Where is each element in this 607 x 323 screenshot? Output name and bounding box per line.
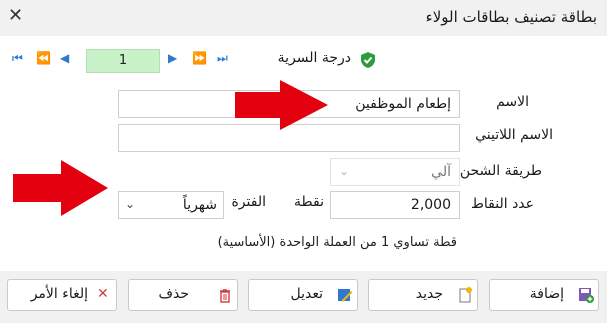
points-value: 2,000: [410, 197, 451, 213]
points-note: قطة تساوي 1 من العملة الواحدة (الأساسية): [217, 235, 457, 250]
points-count-label: عدد النقاط: [470, 196, 534, 212]
name-value: إطعام الموظفين: [355, 96, 451, 112]
cancel-button[interactable]: إلغاء الأمر ✕: [7, 279, 117, 311]
next-record-icon[interactable]: ▶: [168, 51, 177, 65]
shield-check-icon: [359, 51, 377, 69]
arrow-annotation-icon: [235, 80, 330, 130]
page-number-input[interactable]: 1: [86, 49, 160, 73]
delete-button[interactable]: حذف: [128, 279, 238, 311]
add-label: إضافة: [529, 286, 564, 302]
new-document-icon: [457, 287, 473, 303]
period-select[interactable]: شهرياً ⌄: [118, 191, 224, 219]
charge-method-label: طريقة الشحن: [459, 163, 542, 179]
cancel-x-icon: ✕: [97, 286, 109, 302]
record-navigator: ⏮ ⏪ ◀ 1 ▶ ⏩ ⏭: [2, 46, 238, 74]
trash-icon: [217, 287, 233, 303]
point-unit-label: نقطة: [294, 194, 324, 210]
first-record-icon[interactable]: ⏮: [12, 51, 23, 66]
charge-method-select[interactable]: آلي ⌄: [330, 158, 460, 186]
add-button[interactable]: إضافة: [489, 279, 599, 311]
charge-method-value: آلي: [431, 164, 451, 180]
secrecy-label: درجة السرية: [277, 50, 351, 66]
cancel-label: إلغاء الأمر: [30, 286, 88, 302]
delete-label: حذف: [158, 286, 189, 302]
close-icon[interactable]: ✕: [8, 5, 23, 26]
points-field[interactable]: 2,000: [330, 191, 460, 219]
previous-page-icon[interactable]: ⏪: [36, 51, 51, 65]
edit-label: تعديل: [290, 286, 324, 302]
edit-button[interactable]: تعديل: [248, 279, 358, 311]
new-label: جديد: [415, 286, 443, 302]
save-add-icon: [578, 287, 594, 303]
latin-name-label: الاسم اللاتيني: [475, 127, 553, 143]
period-label: الفترة: [231, 194, 266, 210]
next-page-icon[interactable]: ⏩: [192, 51, 207, 65]
window-title: بطاقة تصنيف بطاقات الولاء: [425, 8, 597, 26]
period-value: شهرياً: [182, 197, 217, 213]
previous-record-icon[interactable]: ◀: [60, 51, 69, 65]
edit-pencil-icon: [337, 287, 353, 303]
chevron-down-icon: ⌄: [125, 197, 136, 211]
last-record-icon[interactable]: ⏭: [217, 51, 228, 66]
new-button[interactable]: جديد: [368, 279, 478, 311]
arrow-annotation-icon: [13, 160, 110, 216]
chevron-down-icon: ⌄: [339, 164, 350, 178]
name-label: الاسم: [496, 94, 529, 110]
